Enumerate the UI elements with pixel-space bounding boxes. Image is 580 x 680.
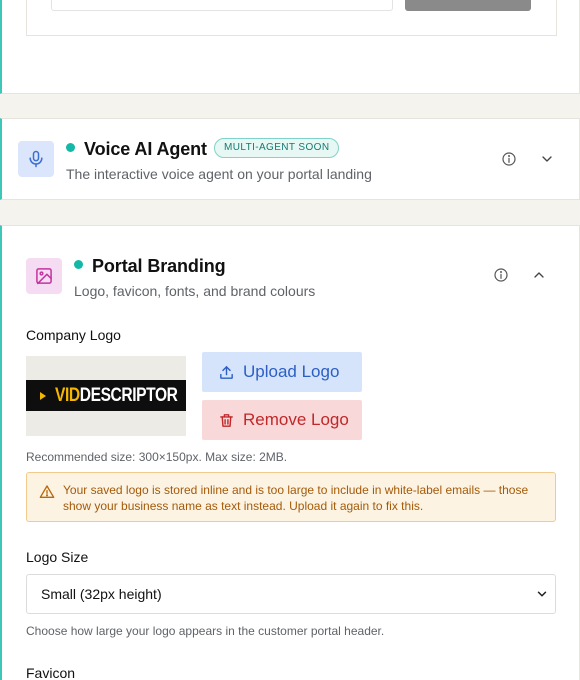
section-title: Voice AI Agent	[84, 139, 207, 159]
portal-branding-section: Portal Branding Logo, favicon, fonts, an…	[0, 225, 580, 680]
logo-image: VIDDESCRIPTOR	[26, 380, 186, 411]
company-logo-label: Company Logo	[26, 327, 121, 343]
microphone-icon	[18, 141, 54, 177]
favicon-label: Favicon	[26, 665, 76, 680]
logo-text-main: DESCRIPTOR	[79, 384, 178, 406]
trash-icon	[217, 411, 235, 429]
section-subtitle: The interactive voice agent on your port…	[66, 166, 372, 182]
section-subtitle: Logo, favicon, fonts, and brand colours	[74, 283, 316, 299]
status-dot	[66, 143, 75, 152]
section-title: Portal Branding	[92, 256, 226, 276]
chevron-up-icon[interactable]	[530, 266, 548, 284]
upload-logo-button[interactable]: Upload Logo	[202, 352, 362, 392]
logo-text-accent: VID	[55, 384, 80, 406]
info-icon[interactable]	[492, 266, 510, 284]
image-icon	[26, 258, 62, 294]
previous-section-button[interactable]	[405, 0, 531, 11]
voice-ai-agent-section[interactable]: Voice AI Agent MULTI-AGENT SOON The inte…	[0, 118, 580, 200]
logo-wordmark: VIDDESCRIPTOR	[55, 385, 178, 407]
logo-size-select[interactable]: Small (32px height)	[26, 574, 556, 614]
remove-logo-label: Remove Logo	[243, 410, 349, 429]
logo-size-selected-value: Small (32px height)	[41, 586, 162, 602]
inline-logo-warning: Your saved logo is stored inline and is …	[26, 472, 556, 522]
status-dot	[74, 260, 83, 269]
logo-size-label: Logo Size	[26, 549, 89, 565]
logo-preview: VIDDESCRIPTOR	[26, 356, 186, 436]
play-icon	[40, 391, 46, 400]
chevron-down-icon	[535, 587, 549, 606]
chevron-down-icon[interactable]	[538, 150, 556, 168]
remove-logo-button[interactable]: Remove Logo	[202, 400, 362, 440]
upload-logo-label: Upload Logo	[243, 362, 340, 381]
previous-section-input[interactable]	[51, 0, 393, 11]
multi-agent-badge: MULTI-AGENT SOON	[214, 138, 340, 158]
info-icon[interactable]	[500, 150, 518, 168]
warning-icon	[39, 484, 55, 505]
logo-size-help: Choose how large your logo appears in th…	[26, 624, 385, 638]
warning-text: Your saved logo is stored inline and is …	[63, 483, 529, 513]
upload-icon	[217, 363, 235, 381]
previous-section-content	[26, 0, 557, 36]
previous-section-card	[0, 0, 580, 94]
logo-size-hint: Recommended size: 300×150px. Max size: 2…	[26, 450, 288, 464]
